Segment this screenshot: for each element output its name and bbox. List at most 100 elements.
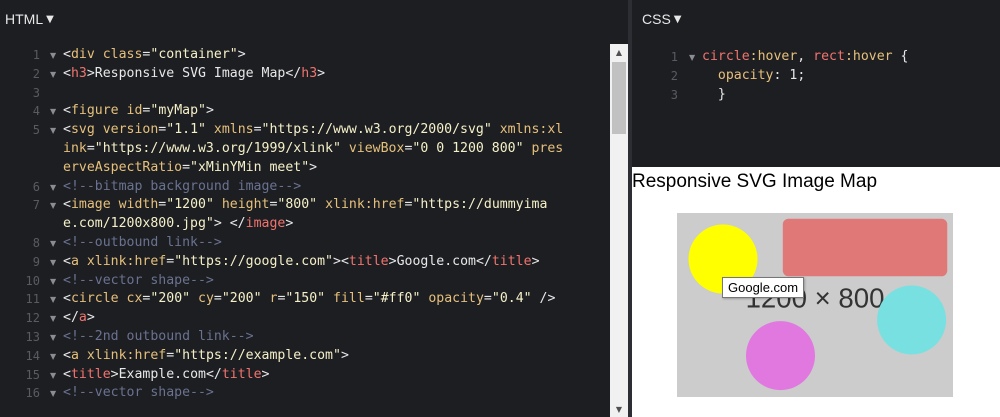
code-token: > — [110, 366, 119, 382]
fold-toggle-icon[interactable]: ▼ — [50, 367, 56, 386]
html-code-line[interactable]: 11 ▼ <circle cx="200" cy="200" r="150" fil… — [0, 290, 628, 309]
fold-toggle-icon[interactable]: ▼ — [50, 385, 56, 404]
html-code-line[interactable]: 13 ▼ <!--2nd outbound link--> — [0, 328, 628, 347]
html-code-line[interactable]: ink="https://www.w3.org/1999/xlink" view… — [0, 140, 628, 159]
fold-toggle-icon[interactable]: ▼ — [50, 254, 56, 273]
fold-toggle-icon[interactable]: ▼ — [50, 310, 56, 329]
line-number: 9 — [32, 254, 40, 269]
fold-toggle-icon[interactable]: ▼ — [689, 49, 695, 68]
code-token: = — [166, 253, 175, 269]
line-number: 13 — [25, 329, 40, 344]
html-code-line[interactable]: 7 ▼ <image width="1200" height="800" xlink… — [0, 196, 628, 215]
code-text: e.com/1200x800.jpg"> </image> — [63, 215, 293, 234]
scroll-down-arrow-icon[interactable]: ▼ — [610, 401, 628, 417]
code-token: Google.com — [396, 253, 476, 269]
fold-toggle-icon[interactable]: ▼ — [50, 197, 56, 216]
code-token: > — [86, 310, 95, 326]
html-code-line[interactable]: 3 — [0, 84, 628, 103]
css-code-line[interactable]: 2 opacity: 1; — [632, 67, 1000, 86]
html-code-line[interactable]: 16 ▼ <!--vector shape--> — [0, 384, 628, 403]
fold-toggle-icon[interactable]: ▼ — [50, 291, 56, 310]
code-token: cy — [198, 291, 214, 307]
html-code-line[interactable]: 12 ▼ </a> — [0, 309, 628, 328]
css-pane-header[interactable]: CSS ▼ — [632, 0, 1000, 38]
code-token: class — [102, 47, 143, 62]
html-code-line[interactable]: 9 ▼ <a xlink:href="https://google.com"><ti… — [0, 253, 628, 272]
code-text: <image width="1200" height="800" xlink:h… — [63, 196, 547, 215]
line-number: 7 — [32, 198, 40, 213]
code-text: circle:hover, rect:hover { — [702, 48, 908, 67]
fold-toggle-icon[interactable]: ▼ — [50, 348, 56, 367]
scroll-up-arrow-icon[interactable]: ▲ — [610, 44, 628, 60]
result-preview: Responsive SVG Image Map 1200 × 800 Goog… — [632, 167, 1000, 417]
html-code-line[interactable]: erveAspectRatio="xMinYMin meet"> — [0, 159, 628, 178]
html-code-line[interactable]: 10 ▼ <!--vector shape--> — [0, 272, 628, 291]
code-token: } — [702, 86, 726, 102]
code-token: < — [63, 47, 71, 62]
html-pane-header[interactable]: HTML ▼ — [0, 0, 628, 38]
code-token: rect — [813, 49, 845, 64]
dropdown-caret-icon[interactable]: ▼ — [674, 14, 682, 25]
red-rect-link[interactable] — [782, 218, 948, 277]
code-text: <a xlink:href="https://google.com"><titl… — [63, 253, 540, 272]
code-text: <h3>Responsive SVG Image Map</h3> — [63, 65, 325, 84]
code-text: opacity: 1; — [702, 67, 805, 86]
code-token: id — [126, 103, 143, 119]
code-token: opacity — [428, 291, 484, 307]
code-token: "https://example.com" — [174, 347, 341, 363]
html-code-line[interactable]: 14 ▼ <a xlink:href="https://example.com"> — [0, 347, 628, 366]
code-token: "https://dummyima — [412, 197, 548, 213]
code-token: > — [205, 103, 214, 119]
html-code-line[interactable]: 8 ▼ <!--outbound link--> — [0, 234, 628, 253]
code-text: ink="https://www.w3.org/1999/xlink" view… — [63, 140, 563, 159]
scroll-thumb[interactable] — [612, 62, 626, 134]
html-code-line[interactable]: 2 ▼ <h3>Responsive SVG Image Map</h3> — [0, 65, 628, 84]
html-code-line[interactable]: 4 ▼ <figure id="myMap"> — [0, 102, 628, 121]
fold-toggle-icon[interactable]: ▼ — [50, 66, 56, 85]
cyan-circle-link[interactable] — [877, 285, 947, 355]
fold-toggle-icon[interactable]: ▼ — [50, 235, 56, 254]
code-token: > — [237, 47, 246, 62]
css-code-line[interactable]: 1 ▼ circle:hover, rect:hover { — [632, 48, 1000, 67]
code-text: <!--vector shape--> — [63, 272, 214, 291]
html-code-editor[interactable]: 1 ▼ <div class="container"> 2 ▼ <h3>Responsiv… — [0, 46, 628, 403]
code-token: xlink:href — [86, 253, 167, 269]
html-code-line[interactable]: 15 ▼ <title>Example.com</title> — [0, 366, 628, 385]
fold-toggle-icon[interactable]: ▼ — [50, 103, 56, 122]
code-token: "1.1" — [166, 122, 214, 138]
fold-toggle-icon[interactable]: ▼ — [50, 329, 56, 348]
fold-toggle-icon[interactable]: ▼ — [50, 179, 56, 198]
code-token: "https://www.w3.org/1999/xlink" — [94, 140, 349, 156]
code-text: <div class="container"> — [63, 46, 246, 65]
code-token: height — [221, 197, 270, 213]
html-code-line[interactable]: 6 ▼ <!--bitmap background image--> — [0, 178, 628, 197]
fold-toggle-icon[interactable]: ▼ — [50, 122, 56, 141]
css-code-line[interactable]: 3 } — [632, 86, 1000, 105]
dropdown-caret-icon[interactable]: ▼ — [46, 14, 54, 25]
fold-toggle-icon[interactable]: ▼ — [50, 47, 56, 66]
vertical-scrollbar[interactable]: ▲ ▼ — [610, 44, 628, 417]
code-token: , — [797, 49, 814, 64]
html-code-line[interactable]: e.com/1200x800.jpg"> </image> — [0, 215, 628, 234]
code-token: "https://www.w3.org/2000/svg" — [261, 122, 500, 138]
example-circle-link[interactable] — [746, 321, 815, 391]
line-number: 15 — [25, 367, 40, 382]
css-code-editor[interactable]: 1 ▼ circle:hover, rect:hover {2 opacity: 1… — [632, 48, 1000, 104]
fold-toggle-icon[interactable]: ▼ — [50, 273, 56, 292]
code-token: <!--outbound link--> — [63, 234, 222, 250]
code-token: < — [63, 65, 71, 81]
code-token: xmlns:xl — [499, 122, 564, 138]
html-code-line[interactable]: 5 ▼ <svg version="1.1" xmlns="https://www.… — [0, 121, 628, 140]
code-token: > </ — [213, 216, 246, 232]
code-token: circle — [70, 291, 127, 307]
code-token: title — [491, 253, 532, 269]
code-token: width — [118, 197, 159, 213]
line-number: 6 — [32, 179, 40, 194]
line-number: 2 — [670, 68, 678, 83]
code-token: < — [63, 347, 71, 363]
html-code-line[interactable]: 1 ▼ <div class="container"> — [0, 46, 628, 65]
code-token: { — [892, 49, 909, 64]
code-token: "0 0 1200 800" — [412, 140, 532, 156]
preview-heading: Responsive SVG Image Map — [632, 171, 878, 192]
